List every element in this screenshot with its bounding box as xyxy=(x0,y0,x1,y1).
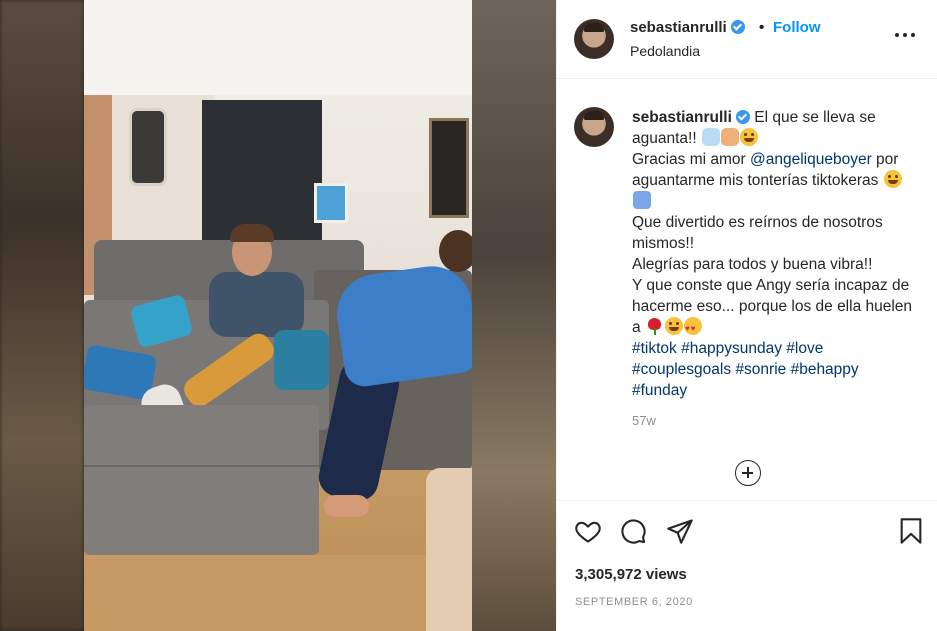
video-blur-right xyxy=(472,0,556,631)
post-video[interactable] xyxy=(0,0,556,631)
post-sidebar: sebastianrulli • Follow Pedolandia sebas… xyxy=(556,0,937,631)
wind-emoji-icon xyxy=(701,128,720,146)
author-avatar[interactable] xyxy=(574,19,614,59)
heart-icon[interactable] xyxy=(574,517,602,545)
plus-circle-icon[interactable] xyxy=(735,460,761,486)
mirror xyxy=(129,108,167,186)
grinning-emoji-icon xyxy=(664,317,683,335)
post-header: sebastianrulli • Follow Pedolandia xyxy=(557,0,937,79)
action-bar: 3,305,972 views SEPTEMBER 6, 2020 xyxy=(557,500,937,631)
hashtag-link[interactable]: #love xyxy=(786,340,823,357)
dancing-emoji-icon xyxy=(633,191,651,209)
send-icon[interactable] xyxy=(666,517,694,545)
verified-badge-icon xyxy=(735,110,750,124)
ottoman xyxy=(84,405,319,555)
video-frame[interactable] xyxy=(84,0,472,631)
caption-avatar[interactable] xyxy=(574,107,614,147)
view-count[interactable]: 3,305,972 views xyxy=(575,566,687,583)
crazy-face-emoji-icon xyxy=(739,128,758,146)
caption-timestamp[interactable]: 57w xyxy=(632,413,656,428)
person-man xyxy=(209,272,304,337)
video-blur-left xyxy=(0,0,84,631)
rose-emoji-icon xyxy=(646,317,664,335)
caption-section: sebastianrulli El que se lleva se aguant… xyxy=(557,80,937,500)
couple-emoji-icon xyxy=(720,128,739,146)
more-options-icon[interactable] xyxy=(895,24,917,44)
hashtag-link[interactable]: #couplesgoals xyxy=(632,361,731,378)
mention-link[interactable]: @angeliqueboyer xyxy=(750,151,872,168)
caption-username[interactable]: sebastianrulli xyxy=(632,109,732,126)
post-date[interactable]: SEPTEMBER 6, 2020 xyxy=(575,596,693,608)
comment-icon[interactable] xyxy=(619,517,647,545)
hashtag-link[interactable]: #behappy xyxy=(791,361,859,378)
grinning-emoji-icon xyxy=(883,170,902,188)
author-username[interactable]: sebastianrulli xyxy=(630,19,745,36)
hashtag-link[interactable]: #funday xyxy=(632,382,687,399)
bookmark-icon[interactable] xyxy=(897,517,925,545)
hashtag-link[interactable]: #tiktok xyxy=(632,340,677,357)
hashtag-link[interactable]: #sonrie xyxy=(735,361,786,378)
separator-dot: • xyxy=(759,19,765,36)
verified-badge-icon xyxy=(730,20,745,34)
heart-eyes-emoji-icon xyxy=(683,317,702,339)
post-location[interactable]: Pedolandia xyxy=(630,43,700,59)
caption-text: sebastianrulli El que se lleva se aguant… xyxy=(632,107,920,401)
hashtag-link[interactable]: #happysunday xyxy=(681,340,782,357)
follow-button[interactable]: Follow xyxy=(773,19,821,36)
